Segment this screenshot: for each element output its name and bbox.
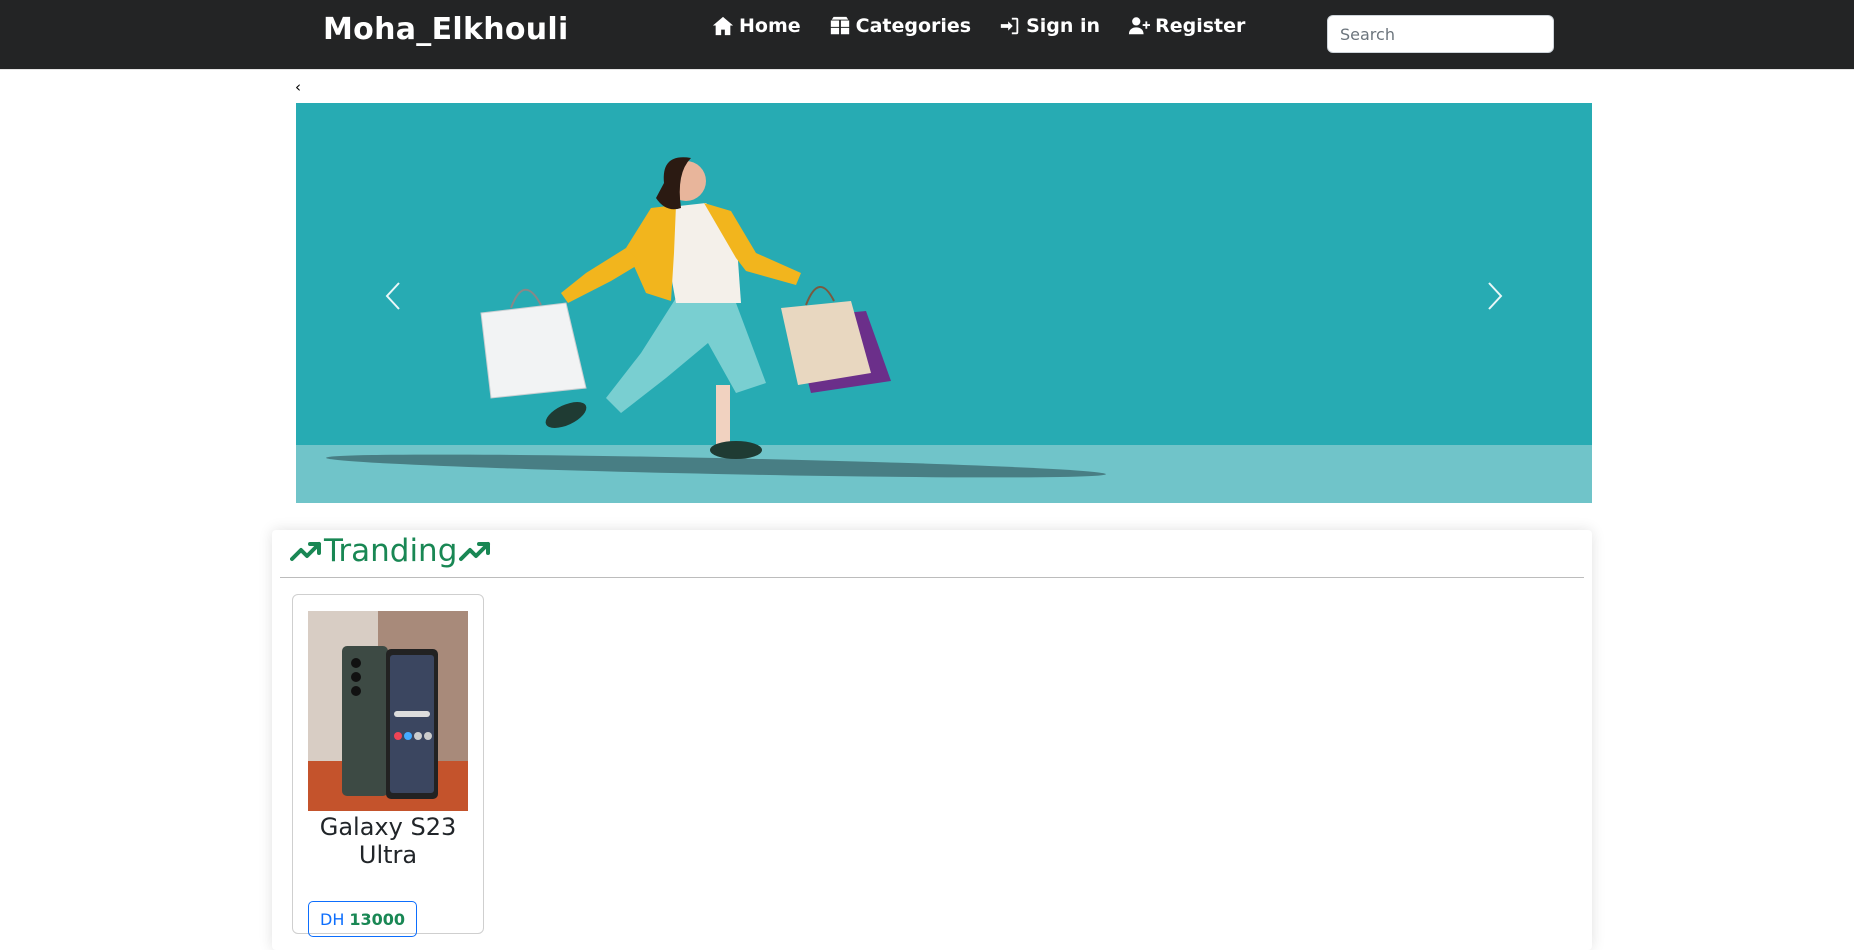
nav-categories[interactable]: Categories [829,14,971,38]
product-card[interactable]: Galaxy S23 Ultra DH 13000 [292,594,484,937]
user-plus-icon [1129,17,1151,35]
trending-title: Tranding [290,533,491,569]
price-badge[interactable]: DH 13000 [308,901,418,937]
nav-home[interactable]: Home [712,14,801,38]
chevron-left-icon [385,282,400,310]
carousel-next-button[interactable] [1474,271,1514,321]
price-amount: 13000 [349,909,406,929]
sign-in-icon [1000,17,1019,35]
nav-register[interactable]: Register [1128,14,1245,38]
product-name[interactable]: Galaxy S23 Ultra [293,813,483,869]
trending-title-text: Tranding [324,533,458,569]
search-input[interactable] [1327,15,1554,53]
boxes-icon [830,16,849,35]
brand-logo[interactable]: Moha_Elkhouli [323,12,569,47]
product-image[interactable] [308,611,468,811]
trending-section: Tranding Galaxy S23 Ultra DH 13000 [272,530,1592,950]
back-link[interactable]: ‹ [295,80,307,95]
price-currency: DH [320,909,345,929]
nav-register-label: Register [1155,15,1246,37]
arrow-trend-up-icon [459,542,491,561]
navbar: Moha_Elkhouli Home Categories Sign in Re… [0,0,1854,70]
nav-menu: Home Categories Sign in Register [712,14,1245,38]
trending-divider [280,577,1584,578]
home-icon [712,16,734,36]
carousel-prev-button[interactable] [374,271,414,321]
chevron-right-icon [1488,282,1503,310]
nav-home-label: Home [739,15,801,37]
hero-image [480,157,891,459]
arrow-trend-up-icon [290,542,321,561]
hero-carousel [296,103,1592,503]
nav-sign-in-label: Sign in [1026,15,1101,37]
nav-categories-label: Categories [855,15,972,37]
nav-sign-in[interactable]: Sign in [999,14,1100,38]
